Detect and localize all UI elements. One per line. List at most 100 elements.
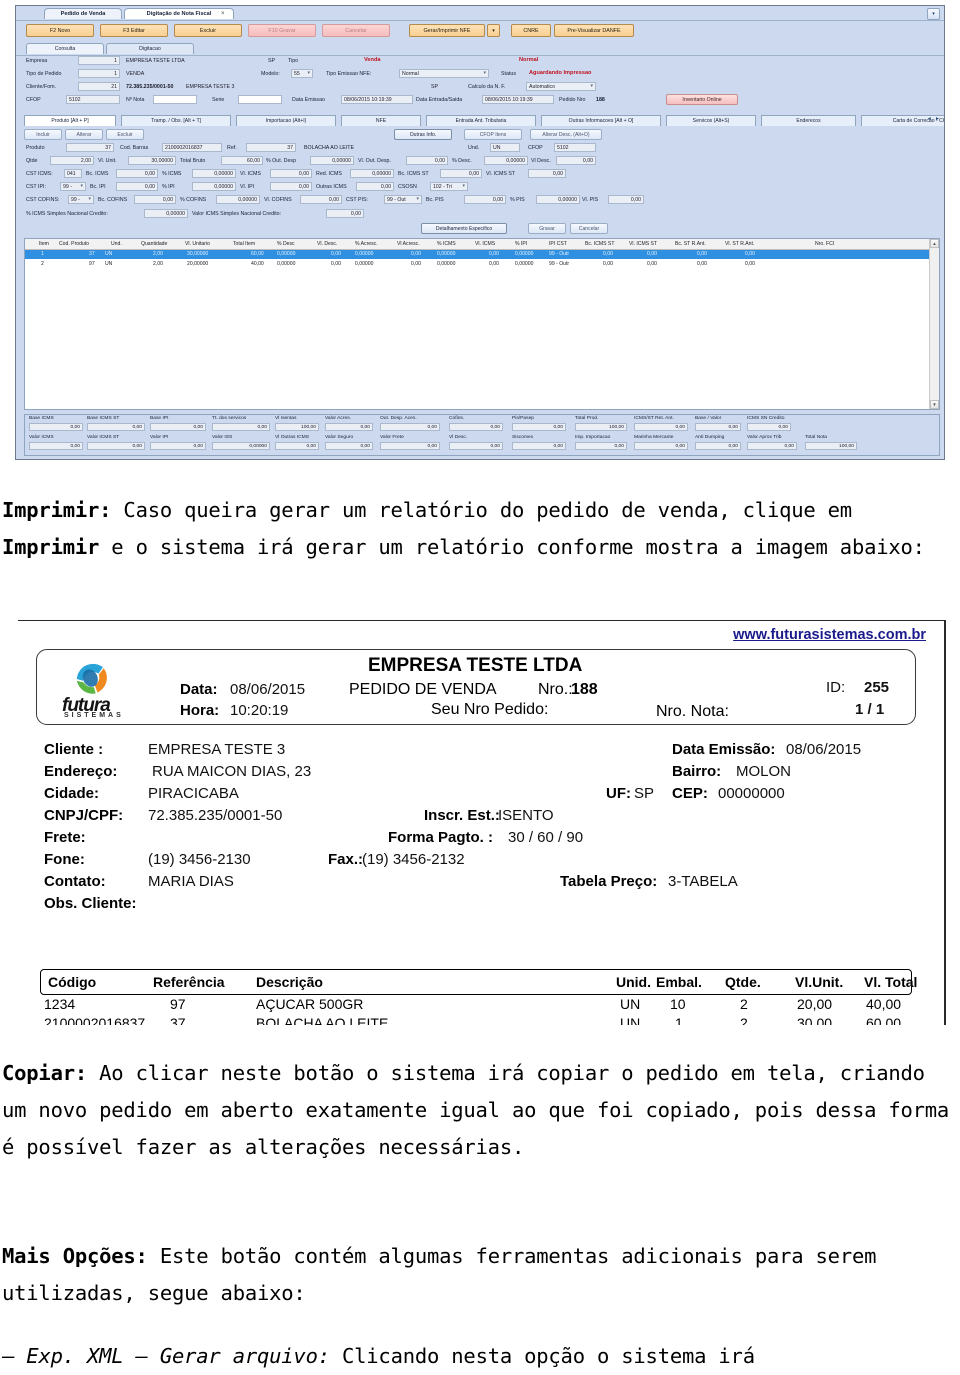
alterar-desc-button[interactable]: Alterar Desc. (Alt+O) [530, 129, 602, 140]
vl-unit-field[interactable]: 30,00000 [128, 156, 176, 165]
empresa-code-field[interactable]: 1 [78, 56, 120, 65]
tipo-emissao-nfe-select[interactable]: Normal [399, 69, 489, 78]
alterar-button[interactable]: Alterar [65, 129, 103, 140]
total-field[interactable]: 100,00 [275, 423, 319, 431]
total-field[interactable]: 0,00 [29, 442, 83, 450]
outras-icms-field[interactable]: 0,00 [356, 182, 394, 191]
excluir-button[interactable]: Excluir [174, 24, 242, 37]
total-field[interactable]: 0,00 [449, 442, 503, 450]
outras-info-button[interactable]: Outras Info. [394, 129, 452, 140]
table-row[interactable]: 2 97 UN 2,00 20,00000 40,00 0,00000 0,00… [25, 260, 939, 269]
excluir-item-button[interactable]: Excluir [106, 129, 144, 140]
pc-cofins-field[interactable]: 0,00000 [216, 195, 260, 204]
total-field[interactable]: 0,00 [325, 442, 373, 450]
close-icon[interactable]: × [221, 11, 225, 17]
cliente-code-field[interactable]: 21 [78, 82, 120, 91]
cfop-item-field[interactable]: 5102 [554, 143, 596, 152]
qtde-field[interactable]: 2,00 [50, 156, 94, 165]
bc-icms-field[interactable]: 0,00 [116, 169, 158, 178]
total-field[interactable]: 0,00 [380, 423, 440, 431]
total-field[interactable]: 0,00 [695, 442, 741, 450]
total-field[interactable]: 0,00 [747, 442, 797, 450]
tab-scroll-arrows-icon[interactable]: ◄ ► [927, 116, 941, 122]
total-field[interactable]: 0,00 [29, 423, 83, 431]
grid-scrollbar[interactable]: ▲ ▼ [929, 239, 939, 409]
bc-pis-field[interactable]: 0,00 [464, 195, 506, 204]
tab-nfe[interactable]: NFE [341, 115, 421, 126]
cfop-field[interactable]: 5102 [66, 95, 120, 104]
subtab-digitacao[interactable]: Digitacao [106, 43, 194, 54]
total-field[interactable]: 0,00 [380, 442, 440, 450]
vl-ipi-field[interactable]: 0,00 [270, 182, 312, 191]
cst-pis-select[interactable]: 99 - Out [384, 195, 422, 204]
total-field[interactable]: 0,00 [325, 423, 373, 431]
grid-gravar-button[interactable]: Gravar [528, 223, 566, 234]
cst-icms-field[interactable]: 041 [64, 169, 82, 178]
total-field[interactable]: 0,00 [512, 442, 566, 450]
scroll-down-icon[interactable]: ▼ [930, 400, 939, 409]
data-emissao-field[interactable]: 08/06/2015 10:19:39 [341, 95, 413, 104]
gerar-imprimir-nfe-button[interactable]: Gerar/Imprimir NFE [409, 24, 485, 37]
numero-nota-field[interactable] [153, 95, 197, 104]
vl-icms-field[interactable]: 0,00 [270, 169, 312, 178]
valor-icms-simples-nacional-field[interactable]: 0,00 [326, 209, 364, 218]
previsualizar-danfe-button[interactable]: Pre-Visualizar DANFE [554, 24, 634, 37]
total-field[interactable]: 0,00 [512, 423, 566, 431]
pc-icms-simples-nacional-field[interactable]: 0,00000 [144, 209, 188, 218]
total-field[interactable]: 0,00 [575, 442, 627, 450]
total-field[interactable]: 0,00 [150, 423, 206, 431]
pc-icms-field[interactable]: 0,00000 [192, 169, 236, 178]
bc-icms-st-field[interactable]: 0,00 [440, 169, 482, 178]
grid-cancelar-button[interactable]: Cancelar [570, 223, 608, 234]
calculo-nf-select[interactable]: Automatico [526, 82, 596, 91]
csosn-select[interactable]: 102 - Tri [430, 182, 468, 191]
bc-ipi-field[interactable]: 0,00 [116, 182, 158, 191]
pc-out-desp-field[interactable]: 0,00000 [310, 156, 354, 165]
cst-cofins-select[interactable]: 99 - [68, 195, 94, 204]
red-icms-field[interactable]: 0,00000 [350, 169, 394, 178]
cnre-button[interactable]: CNRE [511, 24, 551, 37]
bc-cofins-field[interactable]: 0,00 [134, 195, 176, 204]
chevron-down-icon[interactable]: ▾ [487, 24, 500, 37]
cod-barras-field[interactable]: 2100002016837 [162, 143, 222, 152]
tab-entrada-ant-tributaria[interactable]: Entrada Ant. Tributaria [426, 115, 536, 126]
subtab-consulta[interactable]: Consulta [26, 43, 104, 54]
total-field[interactable]: 100,00 [805, 442, 857, 450]
inventario-online-button[interactable]: Inventario Online [666, 94, 738, 105]
gravar-button[interactable]: F10 Gravar [248, 24, 316, 37]
total-field[interactable]: 0,00 [695, 423, 741, 431]
tab-outras-informacoes[interactable]: Outras Informacoes [Alt + O] [541, 115, 661, 126]
total-field[interactable]: 0,00 [747, 423, 791, 431]
total-field[interactable]: 0,00 [634, 423, 688, 431]
tab-servicos[interactable]: Servicos (Alt+S) [666, 115, 756, 126]
detalhamento-especifico-button[interactable]: Detalhamento Especifico [421, 223, 507, 234]
table-row[interactable]: 1 37 UN 2,00 30,00000 60,00 0,00000 0,00… [25, 250, 939, 259]
incluir-button[interactable]: Incluir [24, 129, 62, 140]
total-field[interactable]: 0,00 [87, 442, 145, 450]
vl-desc-field[interactable]: 0,00 [556, 156, 596, 165]
cst-ipi-select[interactable]: 99 - [60, 182, 86, 191]
pc-pis-field[interactable]: 0,00000 [536, 195, 580, 204]
und-field[interactable]: UN [490, 143, 520, 152]
window-tab-pedido-de-venda[interactable]: Pedido de Venda [44, 8, 122, 19]
total-field[interactable]: 0,00 [449, 423, 503, 431]
ref-field[interactable]: 37 [246, 143, 296, 152]
total-field[interactable]: 0,00 [275, 442, 319, 450]
tab-produto[interactable]: Produto [Alt + P] [24, 115, 116, 126]
cfop-itens-button[interactable]: CFOP Itens [464, 129, 522, 140]
tab-transp-obs[interactable]: Tramp. / Obs. [Alt + T] [121, 115, 231, 126]
window-tab-digitacao-nota-fiscal[interactable]: Digitação de Nota Fiscal [124, 8, 234, 19]
items-grid[interactable]: Item Cod. Produto Und. Quantidade Vl. Un… [24, 238, 940, 410]
total-field[interactable]: 0,00 [634, 442, 688, 450]
novo-button[interactable]: F2 Novo [26, 24, 94, 37]
modelo-select[interactable]: 55 [291, 69, 313, 78]
total-field[interactable]: 100,00 [575, 423, 627, 431]
scroll-up-icon[interactable]: ▲ [930, 239, 939, 248]
tab-importacao[interactable]: Importacao (Alt+I) [236, 115, 336, 126]
tab-enderecos[interactable]: Enderecos [761, 115, 856, 126]
editar-button[interactable]: F3 Editar [100, 24, 168, 37]
total-bruto-field[interactable]: 60,00 [221, 156, 263, 165]
total-field[interactable]: 0,00 [212, 423, 270, 431]
serie-field[interactable] [238, 95, 282, 104]
vl-cofins-field[interactable]: 0,00 [300, 195, 342, 204]
